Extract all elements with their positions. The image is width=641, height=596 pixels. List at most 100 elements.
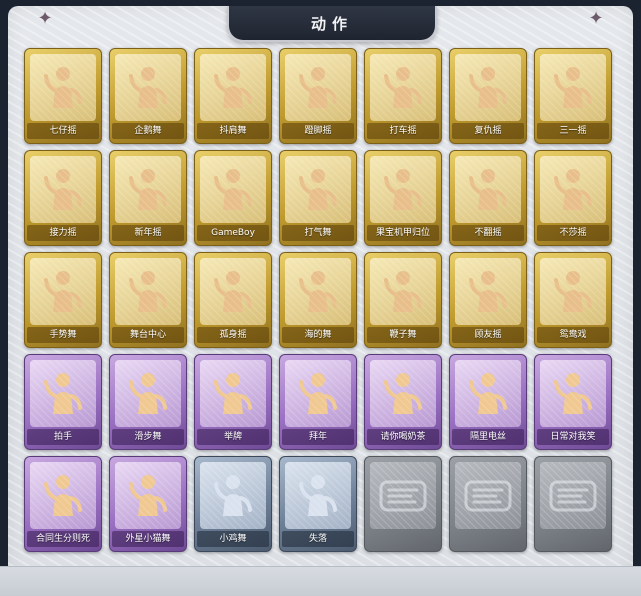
corner-ornament-left-icon: ✦ [37, 8, 53, 29]
card-art [455, 156, 521, 223]
taxi-dance-icon [381, 62, 425, 112]
locked-action-card [364, 456, 442, 552]
action-label: 手势舞 [27, 327, 99, 343]
action-card[interactable]: 复仇摇 [449, 48, 527, 144]
corner-ornament-right-icon: ✦ [588, 8, 604, 29]
action-label: 失落 [282, 531, 354, 547]
action-card[interactable]: 请你喝奶茶 [364, 354, 442, 450]
action-card[interactable]: 接力摇 [24, 150, 102, 246]
card-art [370, 54, 436, 121]
card-art [540, 54, 606, 121]
action-card[interactable]: 拍手 [24, 354, 102, 450]
card-art [370, 258, 436, 325]
card-art [285, 462, 351, 529]
action-label: 企鹅舞 [112, 123, 184, 139]
card-art [200, 54, 266, 121]
card-art [30, 54, 96, 121]
action-card[interactable]: 外星小猫舞 [109, 456, 187, 552]
action-card[interactable]: 日常对我笑 [534, 354, 612, 450]
card-art [115, 360, 181, 427]
action-label: GameBoy [197, 225, 269, 241]
action-card[interactable]: 舞台中心 [109, 252, 187, 348]
action-label [452, 531, 524, 547]
cheer-dance-icon [296, 164, 340, 214]
action-card[interactable]: 合同生分则死 [24, 456, 102, 552]
title-plate: 动作 [227, 6, 437, 42]
action-card[interactable]: 企鹅舞 [109, 48, 187, 144]
action-card[interactable]: 不莎摇 [534, 150, 612, 246]
action-card[interactable]: 小鸡舞 [194, 456, 272, 552]
panel-title: 动作 [310, 14, 353, 33]
action-card[interactable]: 蹬脚摇 [279, 48, 357, 144]
smile-pose-icon [551, 368, 595, 418]
action-label: 合同生分则死 [27, 531, 99, 547]
action-label: 鸳鸯戏 [537, 327, 609, 343]
action-card[interactable]: GameBoy [194, 150, 272, 246]
card-art [200, 462, 266, 529]
locked-logo-icon [460, 476, 516, 516]
mecha-pose-icon [381, 164, 425, 214]
action-card[interactable]: 孤身摇 [194, 252, 272, 348]
action-card[interactable]: 七仔摇 [24, 48, 102, 144]
action-card[interactable]: 滑步舞 [109, 354, 187, 450]
action-label: 果宝机甲归位 [367, 225, 439, 241]
action-label [537, 531, 609, 547]
action-label: 鞭子舞 [367, 327, 439, 343]
card-art [455, 462, 521, 529]
action-card[interactable]: 打气舞 [279, 150, 357, 246]
action-card[interactable]: 鸳鸯戏 [534, 252, 612, 348]
action-card[interactable]: 隔里电丝 [449, 354, 527, 450]
card-art [30, 360, 96, 427]
card-art [285, 258, 351, 325]
card-art [115, 462, 181, 529]
action-label: 七仔摇 [27, 123, 99, 139]
action-label: 拍手 [27, 429, 99, 445]
sea-dance-icon [296, 266, 340, 316]
action-label: 不莎摇 [537, 225, 609, 241]
action-label: 打车摇 [367, 123, 439, 139]
card-art [370, 156, 436, 223]
friend-dance-icon [466, 266, 510, 316]
card-art [285, 360, 351, 427]
card-art [200, 258, 266, 325]
card-art [30, 258, 96, 325]
card-art [30, 462, 96, 529]
new-year-greeting-icon [296, 368, 340, 418]
card-art [115, 156, 181, 223]
locked-logo-icon [375, 476, 431, 516]
action-card[interactable]: 三一摇 [534, 48, 612, 144]
relay-dance-icon [41, 164, 85, 214]
hand-gesture-icon [41, 266, 85, 316]
card-art [370, 360, 436, 427]
action-label: 拜年 [282, 429, 354, 445]
action-card[interactable]: 海的舞 [279, 252, 357, 348]
action-card[interactable]: 抖肩舞 [194, 48, 272, 144]
action-card[interactable]: 顾友摇 [449, 252, 527, 348]
action-card[interactable]: 新年摇 [109, 150, 187, 246]
action-label: 打气舞 [282, 225, 354, 241]
crawl-icon [296, 470, 340, 520]
card-art [370, 462, 436, 529]
electric-dance-icon [466, 368, 510, 418]
action-card[interactable]: 鞭子舞 [364, 252, 442, 348]
card-art [285, 54, 351, 121]
gameboy-dance-icon [211, 164, 255, 214]
action-card[interactable]: 打车摇 [364, 48, 442, 144]
action-card[interactable]: 手势舞 [24, 252, 102, 348]
sanyi-dance-icon [551, 62, 595, 112]
center-stage-icon [126, 266, 170, 316]
arm-up-dance-icon [551, 164, 595, 214]
action-card[interactable]: 举牌 [194, 354, 272, 450]
milk-tea-icon [381, 368, 425, 418]
action-card[interactable]: 不翻摇 [449, 150, 527, 246]
action-label: 海的舞 [282, 327, 354, 343]
footer-band [0, 566, 641, 596]
action-label: 滑步舞 [112, 429, 184, 445]
action-card[interactable]: 果宝机甲归位 [364, 150, 442, 246]
card-art [540, 258, 606, 325]
card-art [285, 156, 351, 223]
shoulder-shake-icon [211, 62, 255, 112]
action-label: 外星小猫舞 [112, 531, 184, 547]
action-card[interactable]: 拜年 [279, 354, 357, 450]
action-card[interactable]: 失落 [279, 456, 357, 552]
